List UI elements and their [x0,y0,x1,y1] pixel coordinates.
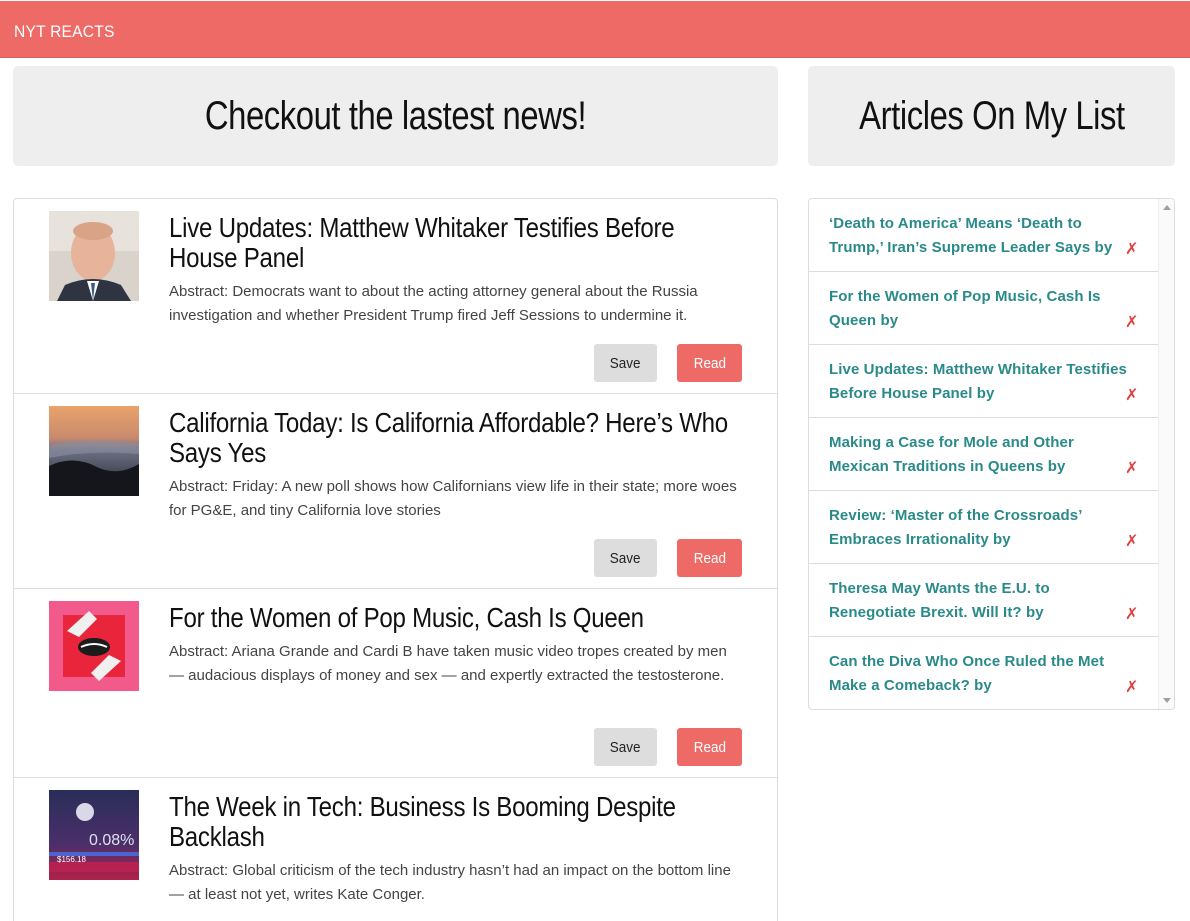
saved-item-title[interactable]: For the Women of Pop Music, Cash Is Quee… [829,285,1129,333]
saved-item-title[interactable]: ‘Death to America’ Means ‘Death to Trump… [829,212,1129,260]
saved-item-title[interactable]: Review: ‘Master of the Crossroads’ Embra… [829,504,1129,552]
navbar: NYT REACTS [0,1,1190,58]
saved-articles-list: ‘Death to America’ Means ‘Death to Trump… [809,199,1158,709]
saved-item: Can the Diva Who Once Ruled the Met Make… [809,637,1158,709]
save-button[interactable]: Save [594,728,657,766]
article-title[interactable]: California Today: Is California Affordab… [169,408,728,468]
article-thumbnail: 0.08% $156.18 [49,790,139,880]
save-button[interactable]: Save [594,539,657,577]
article-list: Live Updates: Matthew Whitaker Testifies… [13,198,778,921]
saved-item-title[interactable]: Live Updates: Matthew Whitaker Testifies… [829,358,1129,406]
article-item: California Today: Is California Affordab… [14,394,777,589]
article-item: For the Women of Pop Music, Cash Is Quee… [14,589,777,778]
article-abstract: Abstract: Friday: A new poll shows how C… [169,478,737,519]
article-abstract: Abstract: Democrats want to about the ac… [169,283,698,324]
saved-item: Review: ‘Master of the Crossroads’ Embra… [809,491,1158,564]
delete-icon[interactable]: ✗ [1125,531,1138,550]
svg-text:0.08%: 0.08% [89,832,134,849]
saved-item: ‘Death to America’ Means ‘Death to Trump… [809,199,1158,272]
saved-item: For the Women of Pop Music, Cash Is Quee… [809,272,1158,345]
saved-item-title[interactable]: Can the Diva Who Once Ruled the Met Make… [829,650,1129,698]
news-header: Checkout the lastest news! [13,66,778,166]
delete-icon[interactable]: ✗ [1125,239,1138,258]
save-button[interactable]: Save [594,344,657,382]
article-title[interactable]: For the Women of Pop Music, Cash Is Quee… [169,603,728,633]
delete-icon[interactable]: ✗ [1125,604,1138,623]
article-item: 0.08% $156.18 The Week in Tech: Business… [14,778,777,921]
saved-list-scrollbar[interactable] [1158,199,1174,709]
delete-icon[interactable]: ✗ [1125,458,1138,477]
delete-icon[interactable]: ✗ [1125,677,1138,696]
delete-icon[interactable]: ✗ [1125,312,1138,331]
read-button[interactable]: Read [677,539,742,577]
scroll-down-arrow-icon[interactable] [1163,698,1171,703]
saved-item-title[interactable]: Theresa May Wants the E.U. to Renegotiat… [829,577,1129,625]
read-button[interactable]: Read [677,728,742,766]
article-abstract: Abstract: Ariana Grande and Cardi B have… [169,643,727,684]
read-button[interactable]: Read [677,344,742,382]
brand-link[interactable]: NYT REACTS [14,22,115,42]
saved-heading: Articles On My List [858,93,1125,138]
article-title[interactable]: Live Updates: Matthew Whitaker Testifies… [169,213,728,273]
saved-item: Making a Case for Mole and Other Mexican… [809,418,1158,491]
saved-item-title[interactable]: Making a Case for Mole and Other Mexican… [829,431,1129,479]
saved-articles-panel: ‘Death to America’ Means ‘Death to Trump… [808,198,1175,710]
article-thumbnail [49,601,139,691]
scroll-up-arrow-icon[interactable] [1163,205,1171,210]
article-thumbnail [49,406,139,496]
svg-text:$156.18: $156.18 [57,855,86,864]
saved-item: Live Updates: Matthew Whitaker Testifies… [809,345,1158,418]
saved-item: Theresa May Wants the E.U. to Renegotiat… [809,564,1158,637]
article-thumbnail [49,211,139,301]
article-title[interactable]: The Week in Tech: Business Is Booming De… [169,792,728,852]
news-heading: Checkout the lastest news! [204,93,587,138]
saved-header: Articles On My List [808,66,1175,166]
article-item: Live Updates: Matthew Whitaker Testifies… [14,199,777,394]
article-abstract: Abstract: Global criticism of the tech i… [169,862,731,903]
delete-icon[interactable]: ✗ [1125,385,1138,404]
